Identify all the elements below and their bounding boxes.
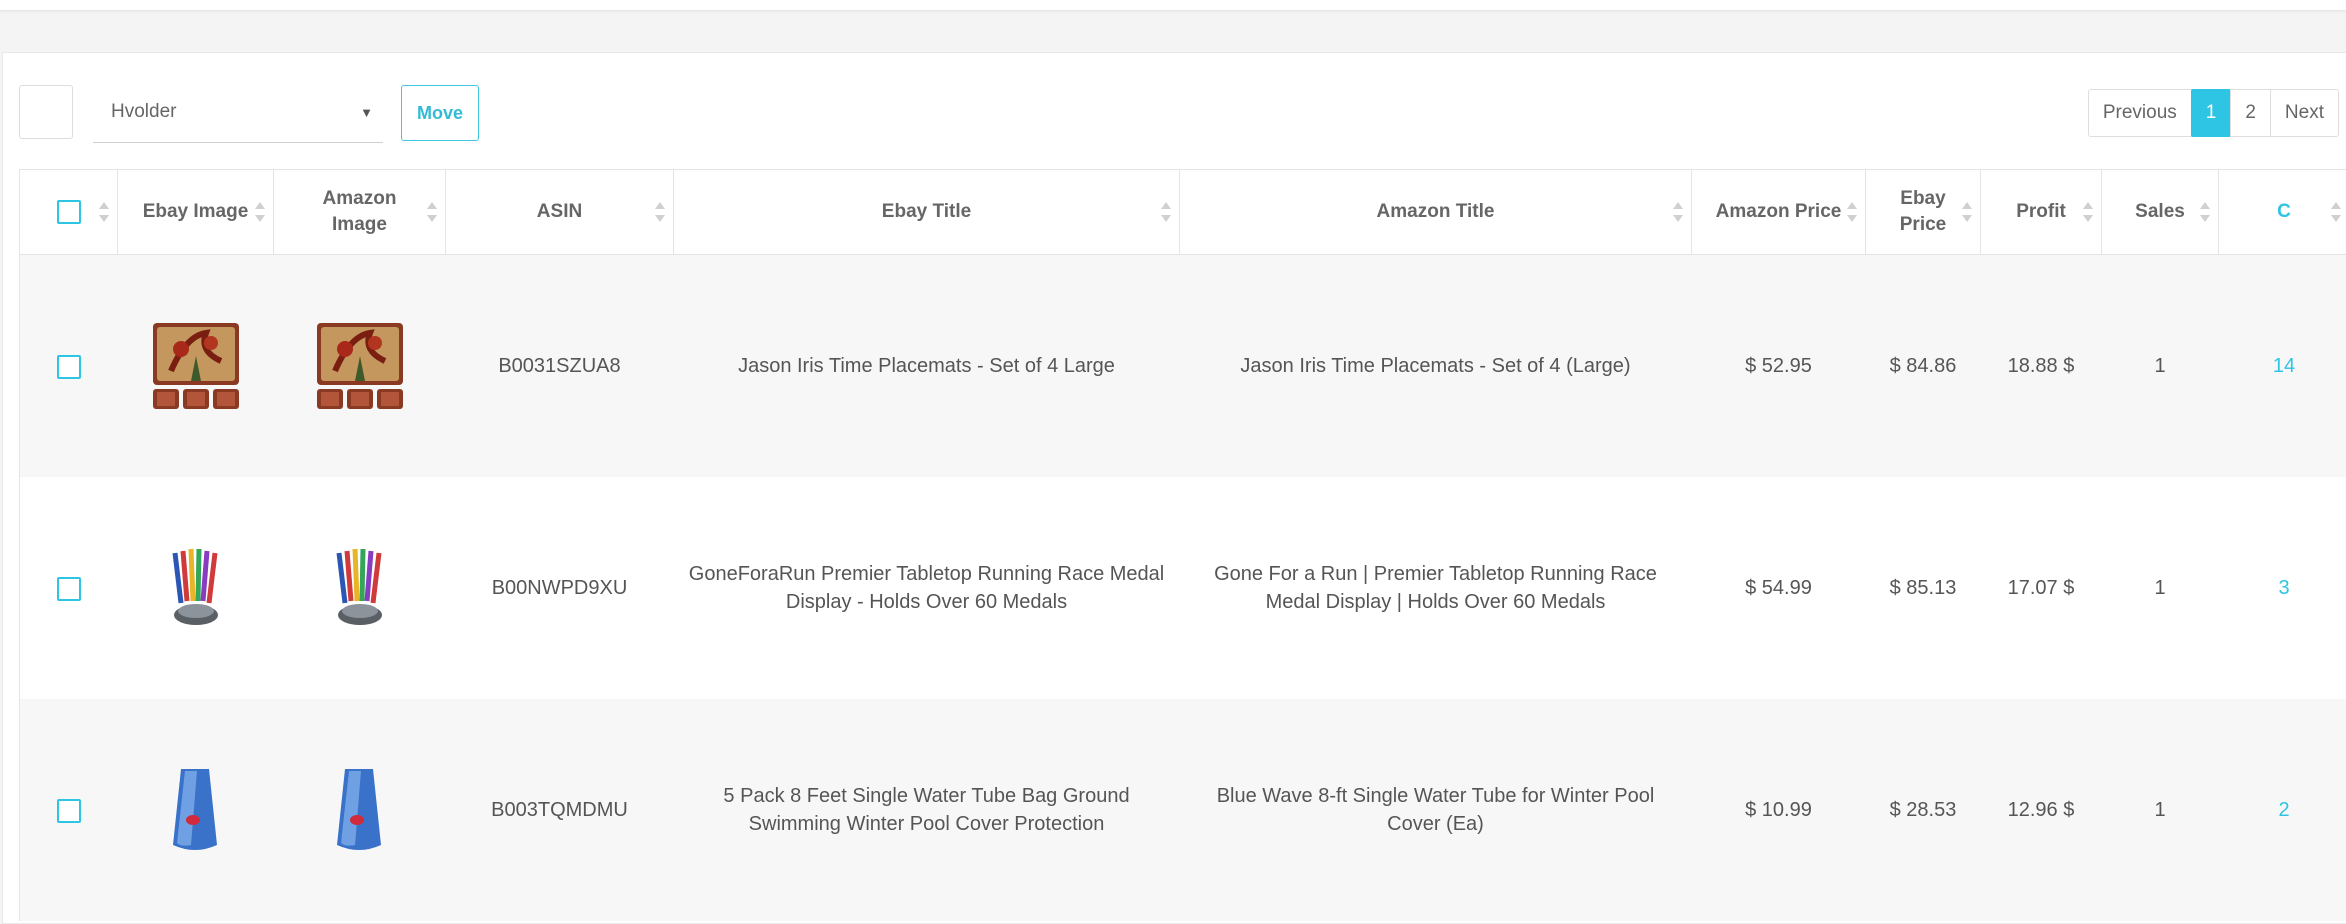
sales-cell: 1	[2102, 255, 2219, 478]
select-all-header	[20, 170, 118, 255]
ebay-title-cell: 5 Pack 8 Feet Single Water Tube Bag Grou…	[674, 699, 1180, 921]
amazon-image-cell	[274, 255, 446, 478]
amazon-image-cell	[274, 699, 446, 921]
ebay-image-cell	[118, 255, 274, 478]
row-select-cell	[20, 699, 118, 921]
c-link[interactable]: 14	[2273, 355, 2295, 377]
profit-cell: 17.07 $	[1981, 477, 2102, 699]
ebay-title-cell: Jason Iris Time Placemats - Set of 4 Lar…	[674, 255, 1180, 478]
col-label: Amazon Price	[1716, 201, 1842, 222]
asin-cell: B0031SZUA8	[446, 255, 674, 478]
folder-select[interactable]: Hvolder ▼	[93, 85, 383, 143]
sort-icon[interactable]	[1673, 202, 1683, 222]
asin-cell: B003TQMDMU	[446, 699, 674, 921]
c-cell: 2	[2219, 699, 2346, 921]
col-label: C	[2277, 201, 2291, 222]
col-label: Profit	[2016, 201, 2066, 222]
chevron-down-icon: ▼	[360, 105, 373, 120]
sort-icon[interactable]	[255, 202, 265, 222]
listing-panel: Hvolder ▼ Move Previous 1 2 Next Ebay Im…	[2, 52, 2346, 924]
col-c[interactable]: C	[2219, 170, 2346, 255]
placemats-image[interactable]	[151, 321, 241, 411]
toolbar: Hvolder ▼ Move Previous 1 2 Next	[19, 85, 2339, 145]
folder-select-value: Hvolder	[111, 101, 176, 123]
col-label: Ebay Price	[1900, 188, 1946, 235]
row-select-cell	[20, 255, 118, 478]
col-amazon-title[interactable]: Amazon Title	[1180, 170, 1692, 255]
col-label: Sales	[2135, 201, 2185, 222]
ebay-price-cell: $ 85.13	[1866, 477, 1981, 699]
page-1-button[interactable]: 1	[2191, 89, 2232, 137]
profit-cell: 12.96 $	[1981, 699, 2102, 921]
amazon-price-cell: $ 10.99	[1692, 699, 1866, 921]
ebay-title-cell: GoneForaRun Premier Tabletop Running Rac…	[674, 477, 1180, 699]
table-row: B0031SZUA8 Jason Iris Time Placemats - S…	[20, 255, 2346, 478]
table-row: B00NWPD9XU GoneForaRun Premier Tabletop …	[20, 477, 2346, 699]
ebay-image-cell	[118, 477, 274, 699]
row-select-cell	[20, 477, 118, 699]
page-2-button[interactable]: 2	[2230, 89, 2271, 137]
amazon-title-cell: Gone For a Run | Premier Tabletop Runnin…	[1180, 477, 1692, 699]
c-cell: 3	[2219, 477, 2346, 699]
medal-display-image[interactable]	[315, 543, 405, 633]
col-label: Amazon Title	[1377, 201, 1495, 222]
sort-icon[interactable]	[1847, 202, 1857, 222]
select-all-checkbox[interactable]	[57, 200, 81, 224]
profit-cell: 18.88 $	[1981, 255, 2102, 478]
col-ebay-price[interactable]: Ebay Price	[1866, 170, 1981, 255]
col-label: Amazon Image	[323, 188, 397, 235]
sort-icon[interactable]	[2083, 202, 2093, 222]
amazon-title-cell: Blue Wave 8-ft Single Water Tube for Win…	[1180, 699, 1692, 921]
water-tube-image[interactable]	[151, 765, 241, 855]
col-amazon-image[interactable]: Amazon Image	[274, 170, 446, 255]
water-tube-image[interactable]	[315, 765, 405, 855]
sales-cell: 1	[2102, 477, 2219, 699]
sort-icon[interactable]	[99, 202, 109, 222]
c-link[interactable]: 3	[2278, 577, 2289, 599]
amazon-price-cell: $ 52.95	[1692, 255, 1866, 478]
col-profit[interactable]: Profit	[1981, 170, 2102, 255]
col-asin[interactable]: ASIN	[446, 170, 674, 255]
ebay-image-cell	[118, 699, 274, 921]
c-link[interactable]: 2	[2278, 799, 2289, 821]
next-page-button[interactable]: Next	[2270, 89, 2339, 137]
amazon-price-cell: $ 54.99	[1692, 477, 1866, 699]
ebay-price-cell: $ 28.53	[1866, 699, 1981, 921]
bulk-select-box[interactable]	[19, 85, 73, 139]
sort-icon[interactable]	[1962, 202, 1972, 222]
top-card	[0, 0, 2346, 11]
asin-cell: B00NWPD9XU	[446, 477, 674, 699]
col-label: ASIN	[537, 201, 582, 222]
row-checkbox[interactable]	[57, 577, 81, 601]
col-amazon-price[interactable]: Amazon Price	[1692, 170, 1866, 255]
pagination: Previous 1 2 Next	[2089, 89, 2339, 137]
amazon-image-cell	[274, 477, 446, 699]
sort-icon[interactable]	[2200, 202, 2210, 222]
col-ebay-title[interactable]: Ebay Title	[674, 170, 1180, 255]
products-table: Ebay Image Amazon Image ASIN Ebay Title …	[19, 169, 2346, 921]
col-label: Ebay Image	[143, 201, 249, 222]
table-row: B003TQMDMU 5 Pack 8 Feet Single Water Tu…	[20, 699, 2346, 921]
c-cell: 14	[2219, 255, 2346, 478]
col-label: Ebay Title	[882, 201, 971, 222]
sales-cell: 1	[2102, 699, 2219, 921]
sort-icon[interactable]	[1161, 202, 1171, 222]
sort-icon[interactable]	[2331, 202, 2341, 222]
ebay-price-cell: $ 84.86	[1866, 255, 1981, 478]
move-button[interactable]: Move	[401, 85, 479, 141]
amazon-title-cell: Jason Iris Time Placemats - Set of 4 (La…	[1180, 255, 1692, 478]
previous-page-button[interactable]: Previous	[2088, 89, 2192, 137]
sort-icon[interactable]	[427, 202, 437, 222]
col-sales[interactable]: Sales	[2102, 170, 2219, 255]
row-checkbox[interactable]	[57, 799, 81, 823]
medal-display-image[interactable]	[151, 543, 241, 633]
col-ebay-image[interactable]: Ebay Image	[118, 170, 274, 255]
table-header-row: Ebay Image Amazon Image ASIN Ebay Title …	[20, 170, 2346, 255]
sort-icon[interactable]	[655, 202, 665, 222]
placemats-image[interactable]	[315, 321, 405, 411]
row-checkbox[interactable]	[57, 355, 81, 379]
